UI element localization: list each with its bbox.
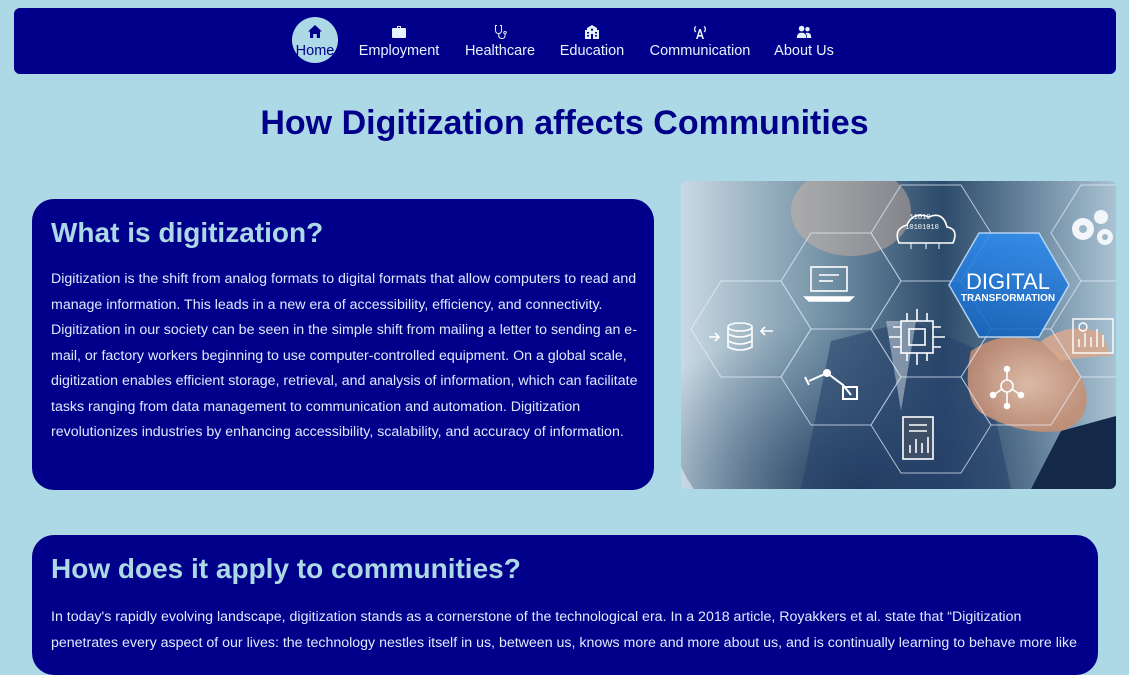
nav-label-employment: Employment [358, 43, 440, 59]
users-icon [795, 23, 813, 41]
svg-text:10101010: 10101010 [905, 224, 939, 232]
page-title: How Digitization affects Communities [260, 104, 869, 142]
digital-transformation-image: DIGITAL TRANSFORMATION 11010 10101010 [681, 181, 1116, 489]
nav-item-about-us[interactable]: About Us [771, 8, 837, 74]
nav-item-communication[interactable]: Communication [644, 8, 756, 74]
nav-label-about-us: About Us [774, 43, 834, 59]
nav-label-healthcare: Healthcare [464, 43, 536, 59]
hero-subline: TRANSFORMATION [961, 293, 1055, 304]
school-icon [583, 23, 601, 41]
nav-label-communication: Communication [649, 43, 751, 59]
nav-item-employment[interactable]: Employment [354, 8, 444, 74]
home-icon [306, 23, 324, 41]
broadcast-tower-icon [691, 23, 709, 41]
section-body: Digitization is the shift from analog fo… [51, 271, 638, 440]
digital-transformation-illustration: DIGITAL TRANSFORMATION 11010 10101010 [681, 181, 1116, 489]
nav-item-home[interactable]: Home [292, 8, 338, 74]
hero-headline: DIGITAL [966, 269, 1050, 294]
what-is-digitization-card: What is digitization? Digitization is th… [32, 199, 654, 490]
apply-to-communities-card: How does it apply to communities? In tod… [32, 535, 1098, 675]
nav-item-healthcare[interactable]: Healthcare [459, 8, 541, 74]
svg-text:11010: 11010 [909, 214, 930, 222]
nav-label-education: Education [559, 43, 625, 59]
report-chart-icon [902, 416, 934, 460]
nav-label-home: Home [295, 43, 335, 59]
stethoscope-icon [491, 23, 509, 41]
section-heading: What is digitization? [51, 217, 324, 248]
top-navbar: Home Employment Healthcare Education Com… [14, 8, 1116, 74]
section-heading: How does it apply to communities? [51, 553, 521, 584]
briefcase-icon [390, 23, 408, 41]
nav-item-education[interactable]: Education [557, 8, 627, 74]
section-body: In today's rapidly evolving landscape, d… [51, 609, 1078, 651]
nav-list: Home Employment Healthcare Education Com… [14, 8, 1116, 74]
